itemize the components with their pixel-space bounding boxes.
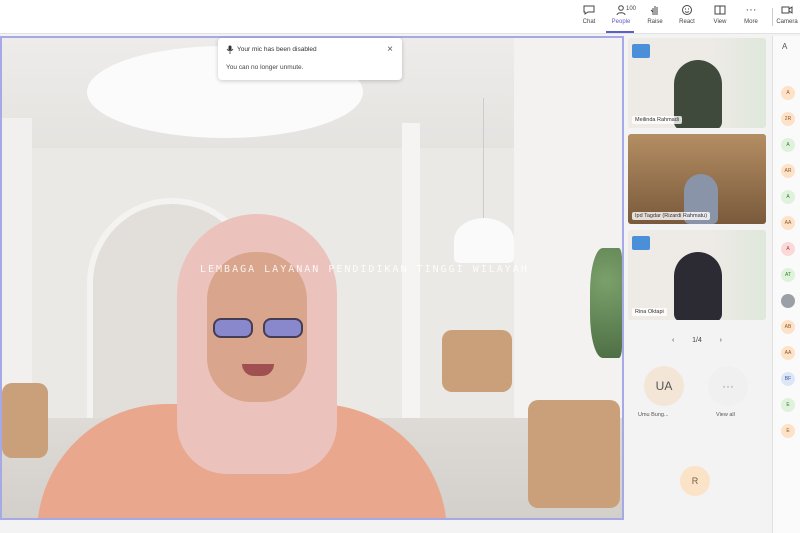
- roster-avatar[interactable]: BF: [781, 372, 795, 386]
- pager-prev-icon[interactable]: ‹: [672, 337, 674, 344]
- raise-hand-button[interactable]: Raise: [638, 2, 672, 32]
- more-icon: ···: [745, 4, 757, 16]
- pager-next-icon[interactable]: ›: [720, 337, 722, 344]
- mic-off-icon: [226, 45, 234, 56]
- view-button[interactable]: View: [703, 2, 737, 32]
- speaker-video: [37, 214, 447, 518]
- roster-avatar[interactable]: AT: [781, 268, 795, 282]
- raise-label: Raise: [647, 19, 663, 25]
- roster-avatar[interactable]: [781, 294, 795, 308]
- avatar[interactable]: R: [680, 466, 710, 496]
- more-label: More: [744, 19, 758, 25]
- roster-avatar[interactable]: A: [781, 190, 795, 204]
- roster-header: A: [782, 42, 788, 51]
- lamp-cord: [483, 98, 484, 220]
- participant-name: Ipd Tagdar (Rizardi Rahmatu): [632, 212, 711, 220]
- mic-disabled-toast: Your mic has been disabled You can no lo…: [218, 38, 402, 80]
- chat-label: Chat: [582, 19, 596, 25]
- toolbar-divider: [772, 8, 773, 26]
- active-tab-indicator: [606, 31, 634, 33]
- roster-avatar[interactable]: 2R: [781, 112, 795, 126]
- roster-avatar[interactable]: AB: [781, 320, 795, 334]
- tile-logo-icon: [632, 44, 650, 58]
- people-count: 100: [626, 6, 637, 12]
- participant-tile[interactable]: Ipd Tagdar (Rizardi Rahmatu): [628, 134, 766, 224]
- meeting-toolbar: Chat 100 People Raise React View ··· Mor…: [0, 0, 800, 34]
- participant-video: [674, 252, 722, 320]
- chat-button[interactable]: Chat: [572, 2, 606, 32]
- participant-name: Rina Oktapi: [632, 308, 667, 316]
- roster-avatar[interactable]: E: [781, 398, 795, 412]
- roster-avatar[interactable]: AR: [781, 164, 795, 178]
- raise-hand-icon: [649, 4, 662, 17]
- gallery-pager: ‹ 1/4 ›: [672, 334, 722, 346]
- people-label: People: [611, 19, 631, 25]
- toast-title: Your mic has been disabled: [237, 46, 317, 53]
- participant-tile[interactable]: Meilinda Rahmadi: [628, 38, 766, 128]
- main-video-stage[interactable]: LEMBAGA LAYANAN PENDIDIKAN TINGGI WILAYA…: [0, 36, 624, 520]
- avatar-name: Umu Bung...: [638, 412, 669, 418]
- camera-icon: [781, 4, 794, 17]
- pendant-lamp: [454, 218, 514, 263]
- view-all-button[interactable]: ···: [708, 366, 748, 406]
- avatar[interactable]: UA: [644, 366, 684, 406]
- people-roster: A A 2R A AR A AA A AT AB AA BF E E: [772, 36, 800, 533]
- roster-avatar[interactable]: A: [781, 138, 795, 152]
- participant-tile[interactable]: Rina Oktapi: [628, 230, 766, 320]
- participant-name: Meilinda Rahmadi: [632, 116, 683, 124]
- toast-close-icon[interactable]: ×: [384, 44, 396, 55]
- view-label: View: [713, 19, 727, 25]
- speaker-glasses: [213, 318, 303, 340]
- camera-label: Camera: [776, 19, 798, 25]
- roster-avatar[interactable]: AA: [781, 216, 795, 230]
- roster-avatar[interactable]: A: [781, 242, 795, 256]
- participant-gallery: Meilinda Rahmadi Ipd Tagdar (Rizardi Rah…: [626, 36, 768, 533]
- toast-body: You can no longer unmute.: [226, 64, 304, 71]
- view-all-label: View all: [716, 412, 735, 418]
- react-button[interactable]: React: [670, 2, 704, 32]
- view-icon: [714, 4, 727, 17]
- armchair-right: [528, 400, 620, 508]
- react-icon: [681, 4, 694, 17]
- pager-label: 1/4: [692, 336, 702, 344]
- roster-avatar[interactable]: A: [781, 86, 795, 100]
- armchair-back: [442, 330, 512, 392]
- roster-avatar[interactable]: E: [781, 424, 795, 438]
- more-button[interactable]: ··· More: [734, 2, 768, 32]
- roster-avatar[interactable]: AA: [781, 346, 795, 360]
- people-button[interactable]: 100 People: [604, 2, 638, 32]
- background-plant: [590, 248, 622, 358]
- background-watermark: LEMBAGA LAYANAN PENDIDIKAN TINGGI WILAYA…: [200, 264, 529, 275]
- tile-logo-icon: [632, 236, 650, 250]
- camera-button[interactable]: Camera: [774, 2, 800, 32]
- react-label: React: [679, 19, 695, 25]
- chat-icon: [583, 4, 596, 17]
